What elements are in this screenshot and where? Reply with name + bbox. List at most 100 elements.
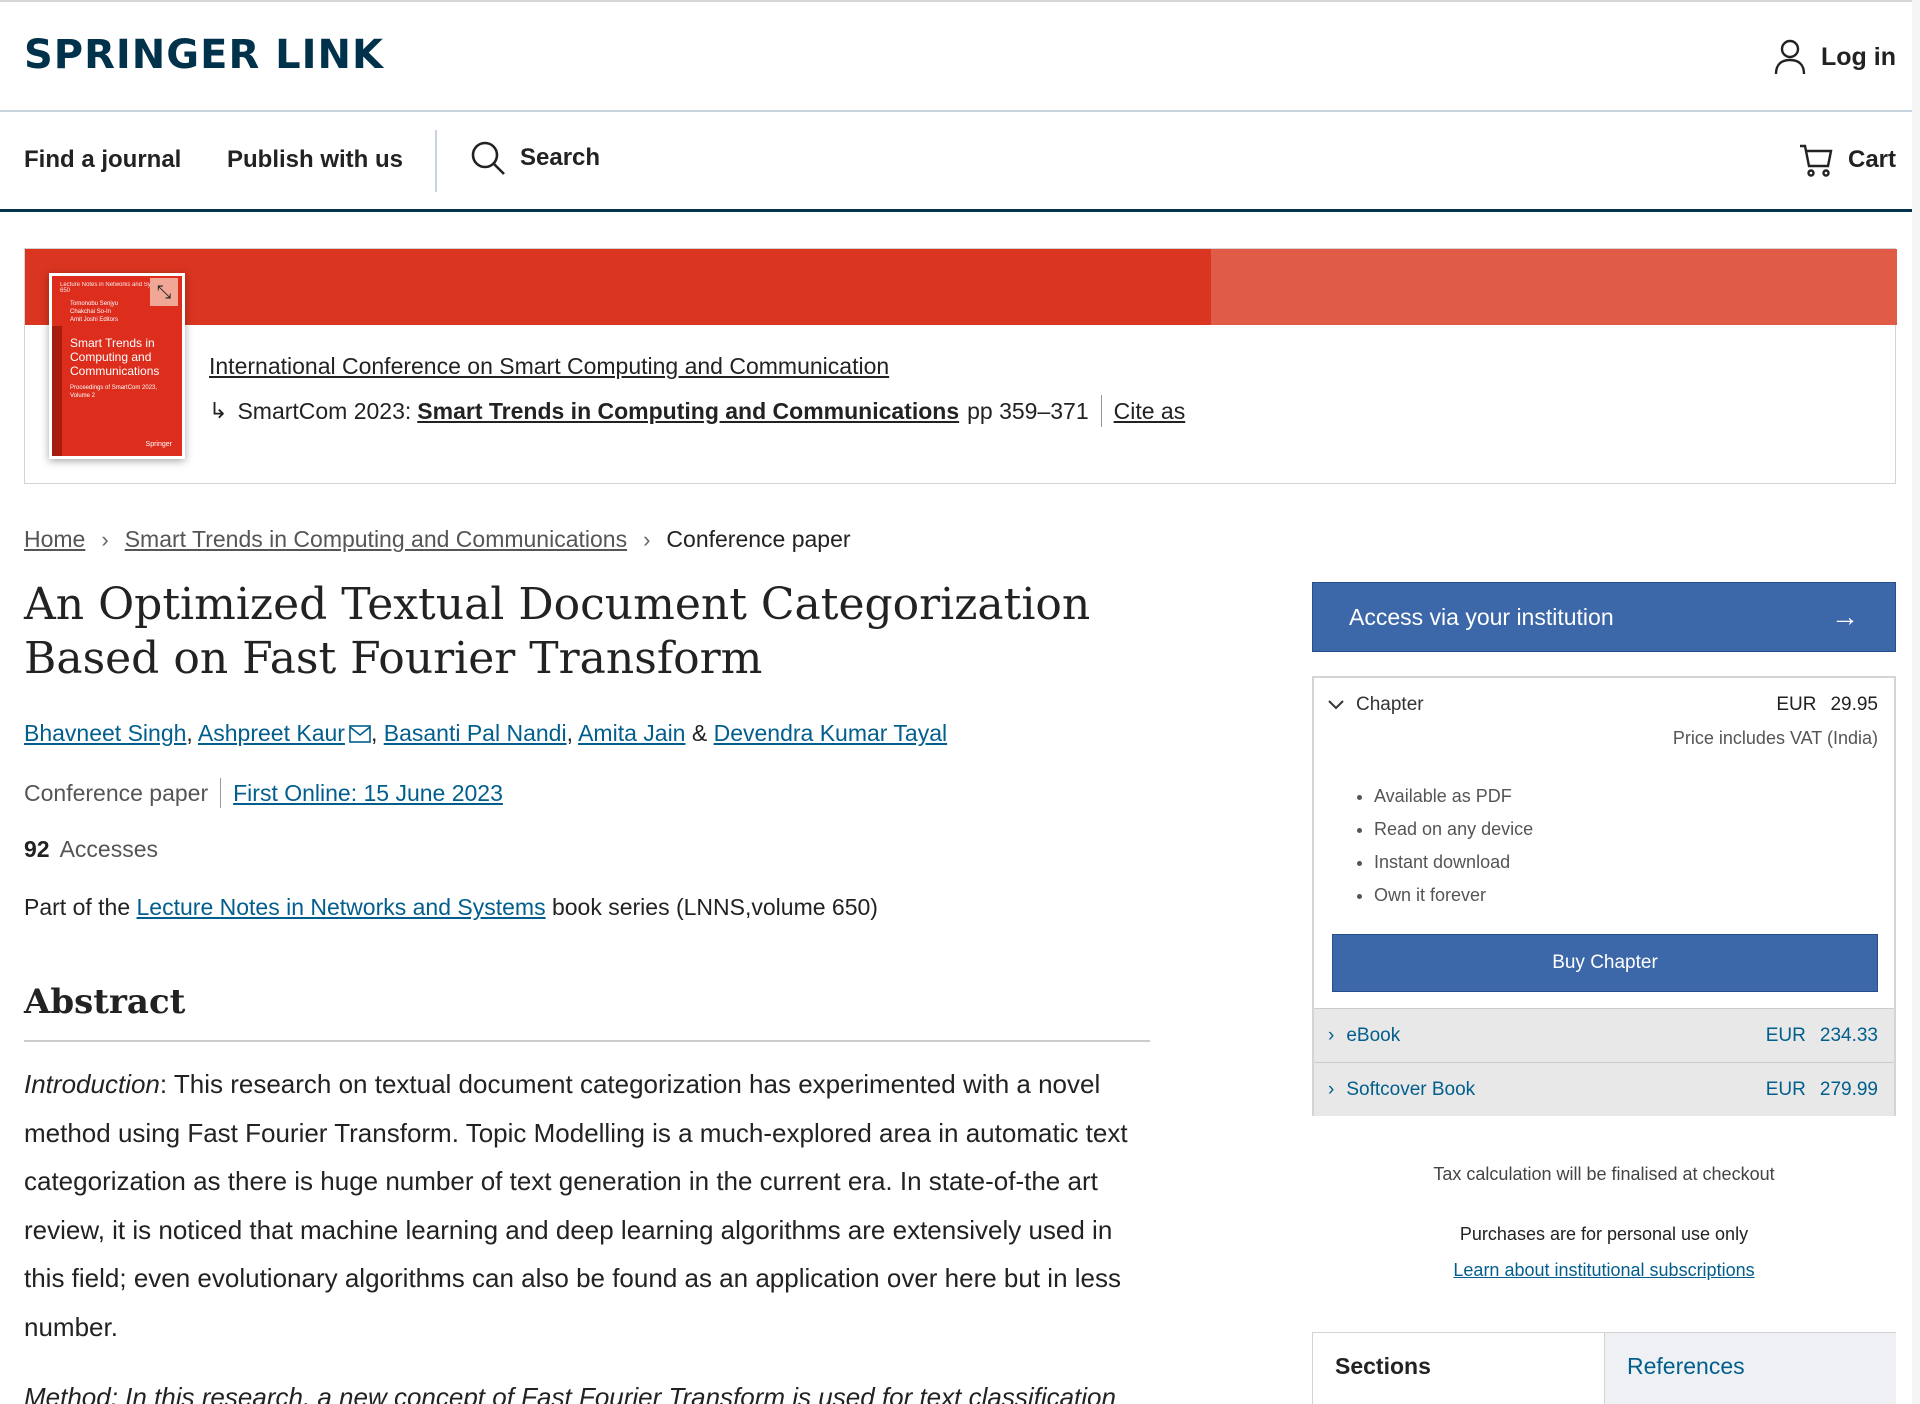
page-range: pp 359–371 [967,397,1089,424]
springer-link-logo[interactable]: SPRINGER LINK [24,32,384,78]
chapter-toggle[interactable]: Chapter [1328,694,1424,716]
accesses-count: 92 [24,836,50,862]
format-label: Softcover Book [1346,1078,1476,1100]
cite-as-link[interactable]: Cite as [1114,398,1186,425]
divider [220,778,222,808]
institutional-subscriptions-link[interactable]: Learn about institutional subscriptions [1453,1260,1754,1280]
cover-editors: Tomonobu Senjyu Chakchai So-In Amit Josh… [70,300,118,324]
abstract-divider [24,1040,1150,1042]
chevron-down-icon [1328,700,1344,710]
subdirectory-arrow-icon: ↳ [209,398,228,423]
cover-publisher: Springer [145,441,172,448]
abstract-method-text: Method: In this research, a new concept … [24,1382,1116,1404]
series-suffix: book series (LNNS,volume 650) [551,894,878,920]
chevron-right-icon: › [1328,1078,1335,1100]
author-link[interactable]: Basanti Pal Nandi [384,720,567,746]
book-title-link[interactable]: Smart Trends in Computing and Communicat… [417,398,959,425]
chevron-right-icon: › [101,526,109,552]
article-title: An Optimized Textual Document Categoriza… [24,579,1091,684]
chapter-price: EUR 29.95 [1776,694,1878,716]
benefit-list: Available as PDF Read on any device Inst… [1374,780,1533,912]
tab-sections[interactable]: Sections [1312,1333,1604,1404]
breadcrumb-book[interactable]: Smart Trends in Computing and Communicat… [125,526,627,553]
nav-divider [435,130,437,192]
conference-link[interactable]: International Conference on Smart Comput… [209,353,889,380]
cart-button[interactable]: Cart [1798,142,1896,178]
benefit-item: Read on any device [1374,813,1533,846]
sidebar-tabs: Sections References [1312,1332,1896,1404]
author-link[interactable]: Ashpreet Kaur [198,720,345,746]
author-link[interactable]: Devendra Kumar Tayal [714,720,948,746]
cart-label: Cart [1847,146,1896,173]
series-info: Part of the Lecture Notes in Networks an… [24,894,878,921]
chevron-right-icon: › [643,526,651,552]
benefit-item: Instant download [1374,846,1533,879]
cover-subtitle: Proceedings of SmartCom 2023, Volume 2 [70,385,158,399]
cover-bar [52,326,62,456]
benefit-item: Available as PDF [1374,780,1533,813]
access-label: Access via your institution [1349,603,1614,630]
arrow-right-icon: → [1831,601,1859,632]
cart-icon [1799,144,1833,177]
find-journal-link[interactable]: Find a journal [24,146,181,174]
institutional-subscriptions: Learn about institutional subscriptions [1312,1260,1896,1281]
price-value: 234.33 [1819,1024,1878,1046]
tax-note: Tax calculation will be finalised at che… [1433,1164,1775,1184]
author-list: Bhavneet Singh, Ashpreet Kaur, Basanti P… [24,720,948,746]
publish-with-us-link[interactable]: Publish with us [227,146,403,174]
user-icon [1774,39,1806,75]
format-label: eBook [1346,1024,1401,1046]
cover-title: Smart Trends in Computing and Communicat… [70,336,160,378]
breadcrumb-home[interactable]: Home [24,526,85,553]
currency: EUR [1765,1078,1806,1100]
author-link[interactable]: Bhavneet Singh [24,720,186,746]
article-type: Conference paper [24,779,209,806]
author-link[interactable]: Amita Jain [578,720,685,746]
currency: EUR [1776,694,1817,715]
search-label: Search [520,144,601,171]
page-scrollbar[interactable] [1912,0,1920,1404]
main-nav: Find a journal Publish with us Search Ca… [0,112,1920,212]
accesses-metric: 92 Accesses [24,836,158,863]
softcover-option[interactable]: › Softcover Book EUR 279.99 [1314,1062,1894,1116]
login-button[interactable]: Log in [1773,38,1896,76]
search-button[interactable]: Search [470,140,600,176]
chevron-right-icon: › [1328,1024,1335,1046]
cover-editor: Tomonobu Senjyu [70,301,119,307]
ebook-option[interactable]: › eBook EUR 234.33 [1314,1008,1894,1062]
series-link[interactable]: Lecture Notes in Networks and Systems [137,894,546,920]
access-via-institution-button[interactable]: Access via your institution → [1312,582,1896,652]
conference-banner: Lecture Notes in Networks and Systems 65… [24,248,1897,484]
cover-editor: Chakchai So-In [70,309,112,315]
price-value: 29.95 [1830,694,1878,715]
site-header: SPRINGER LINK Log in [0,2,1920,112]
vat-note: Price includes VAT (India) [1672,728,1878,748]
login-label: Log in [1821,42,1896,71]
tab-references[interactable]: References [1604,1333,1896,1404]
banner-stripe-light [1211,249,1897,325]
breadcrumb-current: Conference paper [666,526,851,552]
abstract-heading: Abstract [24,982,186,1022]
cover-editor: Amit Joshi Editors [70,317,119,323]
benefit-item: Own it forever [1374,879,1533,912]
event-name: SmartCom 2023: [237,397,412,424]
banner-stripe [25,249,1211,325]
breadcrumb: Home › Smart Trends in Computing and Com… [24,526,851,553]
book-cover[interactable]: Lecture Notes in Networks and Systems 65… [49,273,185,459]
divider [1100,395,1102,427]
chapter-label: Chapter [1356,694,1424,715]
price-value: 279.99 [1819,1078,1878,1100]
personal-use-note: Purchases are for personal use only [1459,1224,1749,1244]
first-online-link[interactable]: First Online: 15 June 2023 [233,780,503,807]
buy-chapter-button[interactable]: Buy Chapter [1332,934,1878,992]
expand-icon[interactable]: ⤡ [150,278,178,306]
search-icon [471,141,505,175]
series-prefix: Part of the [24,894,131,920]
email-icon[interactable] [349,725,371,743]
buy-box: Chapter EUR 29.95 Price includes VAT (Ind… [1312,676,1896,1116]
abstract-intro-label: Introduction [24,1069,160,1099]
currency: EUR [1765,1024,1806,1046]
article-meta: Conference paper First Online: 15 June 2… [24,778,503,808]
book-line: ↳ SmartCom 2023: Smart Trends in Computi… [209,395,1185,427]
abstract-text: Introduction: This research on textual d… [24,1060,1154,1351]
